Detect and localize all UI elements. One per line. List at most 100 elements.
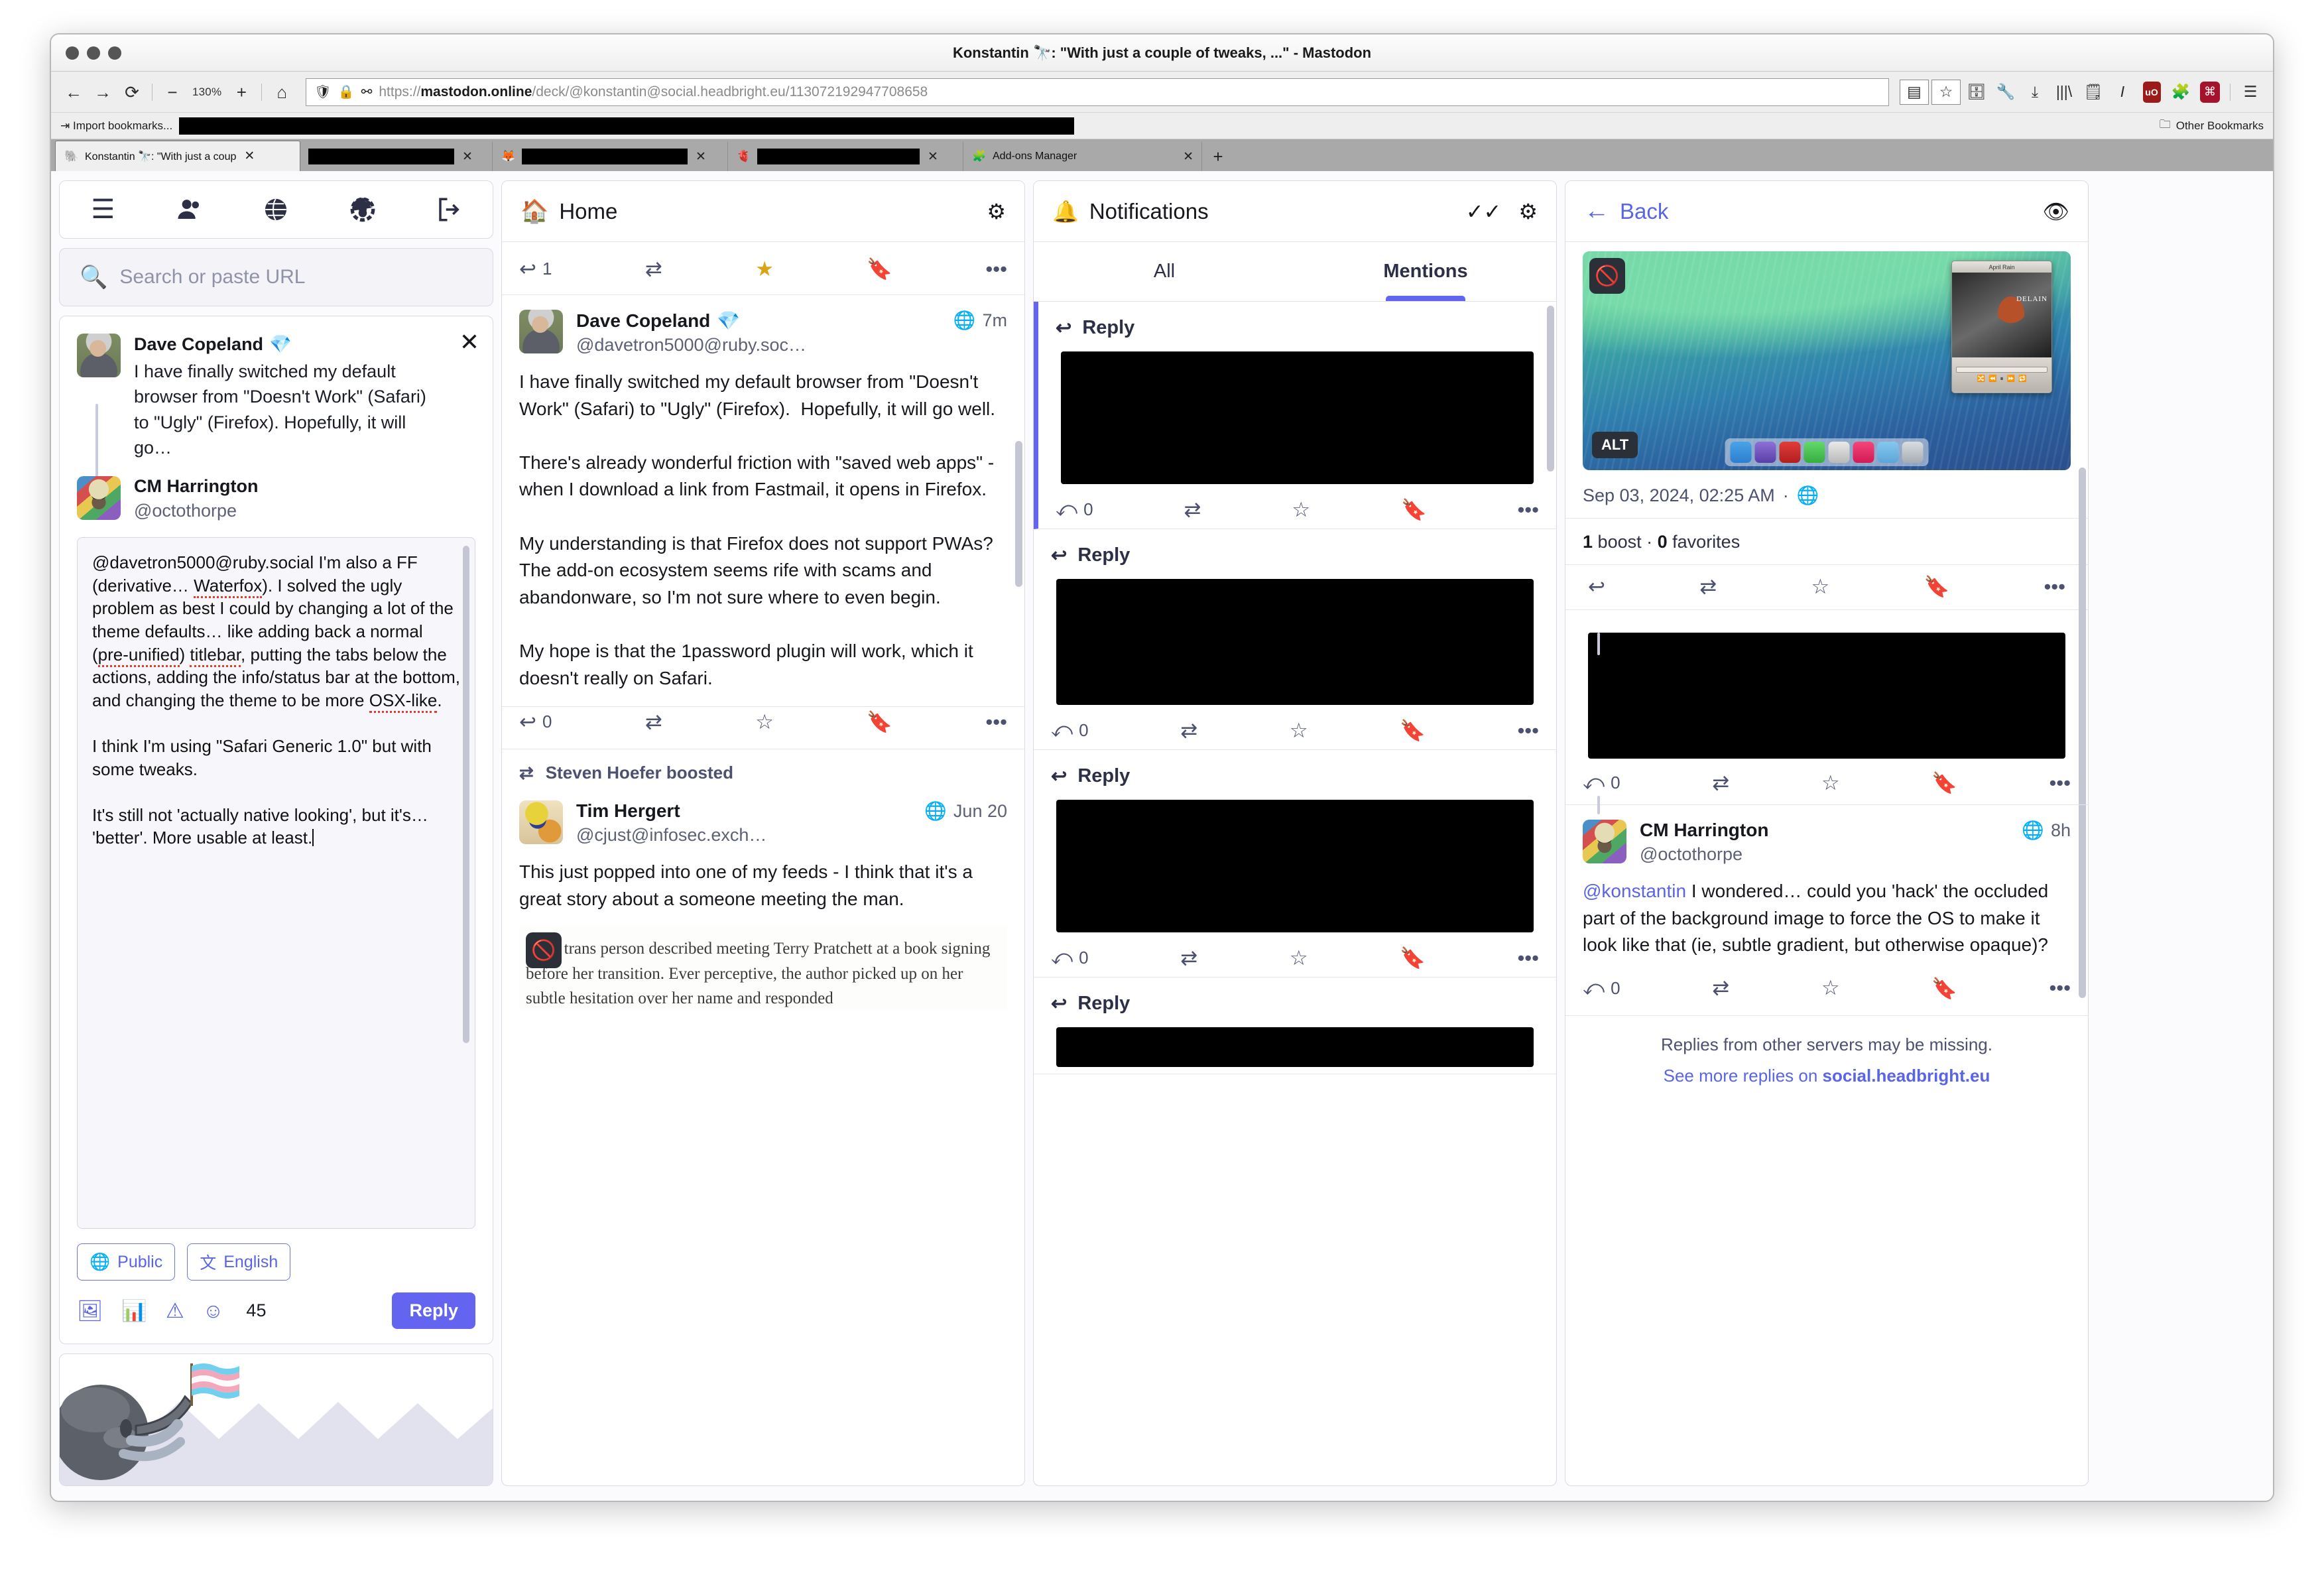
notification-item[interactable]: ↩ Reply — [1034, 977, 1556, 1074]
close-icon[interactable]: ✕ — [462, 149, 473, 164]
people-icon[interactable] — [169, 189, 210, 230]
avatar[interactable] — [1583, 820, 1626, 863]
double-check-icon[interactable]: ✓✓ — [1466, 199, 1502, 224]
scrollbar-thumb[interactable] — [1015, 441, 1022, 587]
back-button[interactable]: Back — [1620, 199, 1668, 224]
status-post[interactable]: Tim Hergert @cjust@infosec.exch… 🌐 Jun 2… — [502, 786, 1024, 1026]
close-window-button[interactable] — [66, 46, 79, 60]
emoji-picker-icon[interactable]: ☺ — [203, 1299, 224, 1323]
notification-item[interactable]: ↩ Reply ⤺ 0 ⇄ ☆ 🔖 ••• — [1034, 302, 1556, 529]
reply-all-icon[interactable]: ⤺ 0 — [1056, 497, 1093, 522]
bookmark-icon[interactable]: 🔖 — [1401, 497, 1427, 522]
content-warning-icon[interactable]: ⚠ — [166, 1299, 184, 1323]
language-selector[interactable]: 文 English — [187, 1243, 291, 1281]
bookmark-icon[interactable]: 🔖 — [1931, 976, 1957, 1001]
home-icon[interactable]: ⌂ — [269, 79, 295, 105]
reply-icon[interactable]: ↩ 0 — [519, 710, 552, 734]
eye-off-icon[interactable]: 🚫 — [1589, 258, 1625, 294]
zoom-window-button[interactable] — [108, 46, 121, 60]
notifications-scroll[interactable]: ↩ Reply ⤺ 0 ⇄ ☆ 🔖 ••• ↩ Reply ⤺ 0 ⇄ ☆ 🔖 … — [1034, 302, 1556, 1485]
add-media-icon[interactable]: 🖼 — [77, 1298, 103, 1323]
browser-tab[interactable]: ✕ — [300, 142, 493, 171]
submit-reply-button[interactable]: Reply — [392, 1292, 475, 1329]
home-column-scroll[interactable]: ↩ 1 ⇄ ★ 🔖 ••• Dave Copeland 💎 @davetron5… — [502, 242, 1024, 1485]
boost-icon[interactable]: ⇄ — [1180, 946, 1197, 970]
compose-textarea[interactable]: @davetron5000@ruby.social I'm also a FF … — [77, 537, 475, 1229]
boost-icon[interactable]: ⇄ — [645, 710, 662, 734]
command-key-icon[interactable]: ⌘ — [2197, 80, 2223, 105]
alt-badge[interactable]: ALT — [1592, 432, 1638, 458]
address-bar[interactable]: 🛡 🔒 ⚯ https://mastodon.online/deck/@kons… — [306, 78, 1889, 106]
lock-icon[interactable]: 🔒 — [338, 84, 355, 100]
downloads-icon[interactable]: ⤓ — [2022, 80, 2048, 105]
bookmark-icon[interactable]: 🔖 — [867, 257, 892, 281]
reply-all-icon[interactable]: ⤺ 0 — [1051, 718, 1089, 743]
more-icon[interactable]: ••• — [2049, 771, 2071, 795]
browser-tab[interactable]: 🐘 Konstantin 🔭: "With just a coup ✕ — [55, 141, 300, 171]
reply-icon[interactable]: ↩ 1 — [519, 257, 552, 281]
favourite-star-icon[interactable]: ☆ — [1290, 719, 1308, 743]
boost-icon[interactable]: ⇄ — [1699, 574, 1717, 599]
status-post[interactable]: CM Harrington @octothorpe 🌐 8h @konstant… — [1565, 796, 2088, 973]
eye-icon[interactable]: 👁 — [2042, 199, 2069, 224]
more-icon[interactable]: ••• — [1517, 946, 1539, 970]
globe-icon[interactable] — [255, 189, 296, 230]
back-icon[interactable]: ← — [60, 79, 87, 105]
visibility-selector[interactable]: 🌐 Public — [77, 1243, 176, 1281]
more-icon[interactable]: ••• — [2044, 574, 2065, 599]
close-icon[interactable]: ✕ — [928, 149, 938, 164]
eye-off-icon[interactable]: 🚫 — [526, 932, 562, 969]
bookmark-star-icon[interactable]: ☆ — [1931, 79, 1961, 105]
see-more-replies-link[interactable]: See more replies on social.headbright.eu — [1583, 1063, 2071, 1089]
tab-mentions[interactable]: Mentions — [1295, 242, 1556, 301]
boost-icon[interactable]: ⇄ — [1712, 771, 1729, 795]
avatar[interactable] — [519, 800, 563, 845]
other-bookmarks-folder[interactable]: 🗀 Other Bookmarks — [2160, 116, 2264, 135]
favourite-star-icon[interactable]: ☆ — [1811, 574, 1830, 599]
boost-icon[interactable]: ⇄ — [1712, 976, 1729, 1000]
browser-tab[interactable]: 🦊 ✕ — [493, 142, 728, 171]
add-poll-icon[interactable]: 📊 — [121, 1298, 147, 1323]
notification-item[interactable]: ↩ Reply ⤺ 0 ⇄ ☆ 🔖 ••• — [1034, 750, 1556, 977]
favourite-star-icon[interactable]: ☆ — [1292, 498, 1310, 522]
library-icon[interactable]: |||\ — [2051, 80, 2077, 105]
minimize-window-button[interactable] — [87, 46, 100, 60]
browser-tab[interactable]: 🧩 Add-ons Manager ✕ — [963, 142, 1202, 171]
detail-column-scroll[interactable]: 🚫 ALT April Rain DELAIN 🔀 ⏪ ⏸ ⏩ 🔁 Sep 03… — [1565, 242, 2088, 1485]
status-attachment-preview[interactable]: 🚫 other trans person described meeting T… — [519, 926, 1007, 1011]
favourite-star-icon[interactable]: ☆ — [1821, 976, 1840, 1000]
zoom-in-icon[interactable]: + — [228, 79, 255, 105]
notification-item[interactable]: ↩ Reply ⤺ 0 ⇄ ☆ 🔖 ••• — [1034, 529, 1556, 750]
more-icon[interactable]: ••• — [1517, 719, 1539, 743]
boost-icon[interactable]: ⇄ — [1180, 719, 1197, 743]
bookmark-icon[interactable]: 🔖 — [1400, 718, 1426, 743]
gear-icon[interactable]: ⚙ — [987, 199, 1006, 224]
ublock-origin-icon[interactable]: uO — [2138, 80, 2165, 105]
favorite-label[interactable]: favorites — [1672, 532, 1740, 552]
hamburger-menu-icon[interactable]: ☰ — [82, 189, 123, 230]
reload-icon[interactable]: ⟳ — [119, 79, 145, 105]
favourite-star-icon[interactable]: ★ — [755, 257, 774, 281]
zoom-out-icon[interactable]: − — [159, 79, 186, 105]
status-post[interactable]: Dave Copeland 💎 @davetron5000@ruby.soc… … — [502, 295, 1024, 708]
reader-mode-icon[interactable]: ▤ — [1900, 79, 1929, 105]
new-tab-button[interactable]: + — [1202, 142, 1234, 171]
reply-all-icon[interactable]: ⤺ 0 — [1583, 771, 1621, 795]
window-controls[interactable] — [66, 46, 121, 60]
addons-icon[interactable]: 🧩 — [2168, 80, 2194, 105]
save-page-icon[interactable]: 🗄 — [1963, 80, 1990, 105]
italic-icon[interactable]: I — [2109, 80, 2136, 105]
thread-item[interactable]: Dave Copeland 💎 I have finally switched … — [77, 334, 475, 460]
boost-label[interactable]: boost — [1598, 532, 1642, 552]
import-bookmarks-item[interactable]: ⇥ Import bookmarks... — [60, 119, 172, 133]
annotate-icon[interactable]: 🗒 — [2080, 80, 2107, 105]
boost-icon[interactable]: ⇄ — [645, 257, 662, 281]
mention-link[interactable]: @konstantin — [1583, 881, 1686, 901]
close-icon[interactable]: ✕ — [1183, 149, 1193, 164]
forward-icon[interactable]: → — [90, 79, 116, 105]
boost-icon[interactable]: ⇄ — [1184, 498, 1201, 522]
more-icon[interactable]: ••• — [1517, 498, 1539, 522]
bookmark-icon[interactable]: 🔖 — [1400, 946, 1426, 970]
favourite-star-icon[interactable]: ☆ — [755, 710, 774, 734]
bookmark-icon[interactable]: 🔖 — [867, 710, 892, 734]
